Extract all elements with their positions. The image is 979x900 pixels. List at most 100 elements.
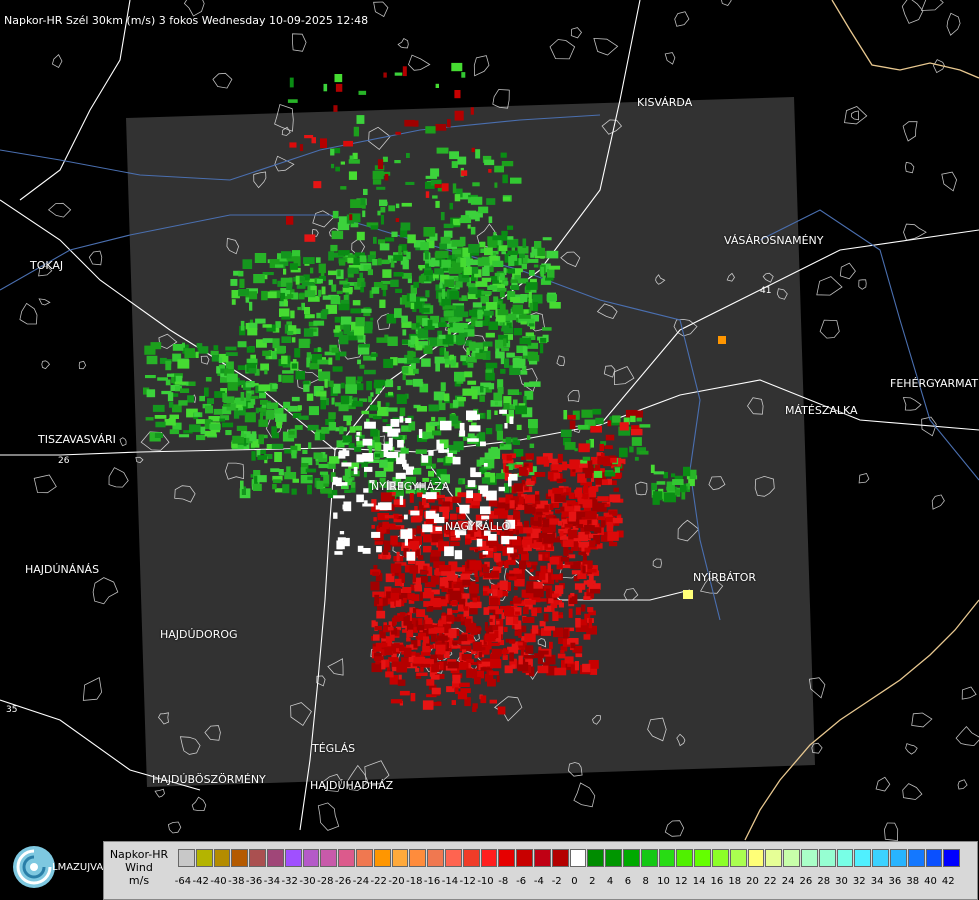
radar-pixel bbox=[593, 527, 602, 533]
radar-pixel bbox=[276, 346, 286, 354]
radar-pixel bbox=[316, 278, 323, 284]
radar-pixel bbox=[383, 72, 387, 78]
radar-pixel bbox=[406, 551, 416, 561]
radar-pixel bbox=[421, 455, 429, 463]
radar-pixel bbox=[490, 659, 502, 669]
radar-pixel bbox=[380, 492, 392, 502]
radar-pixel bbox=[313, 452, 323, 459]
radar-pixel bbox=[415, 577, 421, 586]
legend-swatch bbox=[338, 849, 355, 867]
radar-pixel bbox=[513, 328, 523, 336]
radar-pixel bbox=[573, 562, 579, 570]
radar-pixel bbox=[597, 516, 606, 520]
radar-pixel bbox=[651, 482, 658, 491]
radar-pixel bbox=[494, 410, 498, 415]
radar-pixel bbox=[555, 585, 564, 595]
radar-pixel bbox=[261, 290, 268, 301]
radar-pixel bbox=[331, 284, 337, 292]
legend-swatch bbox=[640, 849, 658, 867]
radar-pixel bbox=[506, 236, 514, 240]
radar-pixel bbox=[460, 573, 471, 580]
radar-pixel bbox=[543, 613, 549, 622]
radar-pixel bbox=[344, 537, 350, 547]
radar-pixel bbox=[413, 656, 426, 664]
radar-pixel bbox=[423, 545, 432, 553]
radar-pixel bbox=[307, 484, 312, 495]
legend-swatch bbox=[943, 849, 961, 867]
radar-pixel bbox=[488, 618, 493, 622]
radar-pixel bbox=[313, 181, 322, 189]
radar-pixel bbox=[313, 328, 317, 332]
radar-pixel bbox=[524, 486, 529, 491]
radar-pixel bbox=[363, 188, 368, 195]
radar-pixel bbox=[290, 310, 295, 319]
radar-pixel bbox=[492, 625, 499, 631]
radar-pixel bbox=[402, 259, 409, 270]
radar-pixel bbox=[518, 496, 524, 505]
radar-pixel bbox=[500, 443, 504, 447]
radar-pixel bbox=[402, 66, 407, 77]
radar-pixel bbox=[490, 276, 498, 281]
radar-pixel bbox=[439, 242, 448, 250]
radar-pixel bbox=[522, 616, 535, 623]
radar-pixel bbox=[457, 156, 467, 165]
radar-pixel bbox=[507, 268, 515, 274]
town-outline bbox=[961, 686, 977, 700]
radar-pixel bbox=[563, 546, 569, 556]
radar-pixel bbox=[420, 663, 430, 667]
radar-pixel bbox=[542, 237, 552, 241]
radar-pixel bbox=[343, 415, 352, 421]
radar-pixel bbox=[270, 468, 280, 472]
road-number: 41 bbox=[760, 286, 771, 296]
radar-pixel bbox=[382, 419, 388, 423]
radar-pixel bbox=[484, 633, 496, 642]
radar-pixel bbox=[481, 477, 491, 484]
radar-pixel bbox=[297, 405, 302, 411]
radar-pixel bbox=[332, 366, 343, 372]
legend-swatch bbox=[854, 849, 872, 867]
logo-text: LMAZUJVAR bbox=[52, 862, 111, 873]
radar-pixel bbox=[454, 110, 464, 121]
radar-pixel bbox=[417, 639, 421, 647]
radar-pixel bbox=[539, 343, 544, 354]
radar-pixel bbox=[487, 285, 498, 290]
radar-pixel bbox=[552, 611, 559, 621]
radar-pixel bbox=[533, 520, 541, 526]
radar-pixel bbox=[347, 267, 359, 274]
radar-pixel bbox=[488, 625, 493, 633]
radar-pixel bbox=[409, 565, 418, 574]
city-label: KISVÁRDA bbox=[637, 96, 693, 109]
radar-pixel bbox=[337, 540, 345, 550]
radar-pixel bbox=[377, 401, 381, 408]
radar-pixel bbox=[304, 290, 316, 298]
radar-pixel bbox=[421, 358, 431, 367]
radar-pixel bbox=[248, 368, 257, 374]
town-outline bbox=[167, 821, 182, 834]
radar-pixel bbox=[407, 528, 413, 538]
radar-pixel bbox=[399, 690, 410, 696]
radar-pixel bbox=[205, 377, 212, 382]
radar-pixel bbox=[424, 587, 432, 595]
radar-pixel bbox=[531, 607, 537, 617]
radar-pixel bbox=[374, 541, 383, 545]
radar-pixel bbox=[272, 384, 278, 389]
radar-pixel bbox=[510, 279, 518, 283]
radar-pixel bbox=[523, 654, 535, 659]
radar-pixel bbox=[439, 347, 445, 356]
radar-pixel bbox=[245, 323, 249, 330]
radar-pixel bbox=[419, 307, 430, 313]
radar-pixel bbox=[315, 391, 327, 397]
radar-pixel bbox=[475, 352, 487, 360]
radar-pixel bbox=[607, 531, 619, 541]
radar-pixel bbox=[258, 434, 264, 445]
radar-pixel bbox=[500, 152, 507, 158]
radar-pixel bbox=[481, 515, 490, 520]
radar-pixel bbox=[513, 586, 518, 591]
radar-pixel bbox=[359, 272, 363, 279]
radar-pixel bbox=[376, 186, 386, 190]
radar-pixel bbox=[513, 616, 519, 624]
radar-pixel bbox=[525, 645, 534, 654]
radar-pixel bbox=[339, 450, 350, 457]
radar-pixel bbox=[236, 380, 246, 385]
radar-pixel bbox=[335, 83, 343, 92]
